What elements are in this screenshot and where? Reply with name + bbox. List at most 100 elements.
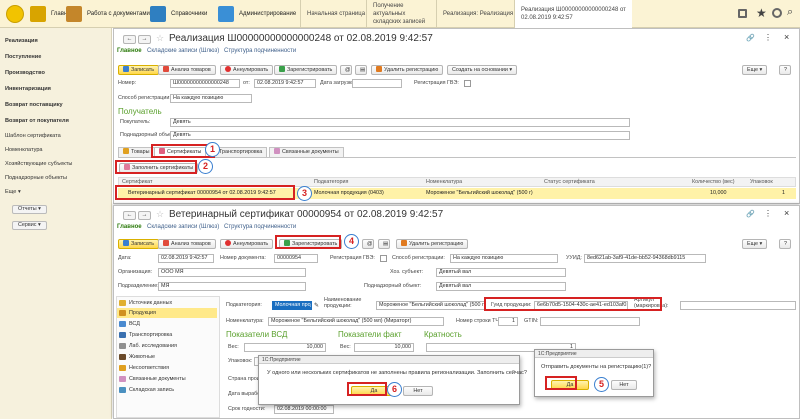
sidebar-item-nomenclature[interactable]: Номенклатура — [5, 147, 43, 153]
more-button-2[interactable]: Еще ▾ — [742, 239, 768, 249]
sidebar-item-receipt[interactable]: Поступление — [5, 54, 41, 60]
sidebar-item-more[interactable]: Еще ▾ — [5, 189, 21, 195]
doc-number-field[interactable]: 00000954 — [274, 254, 318, 263]
article-field[interactable] — [680, 301, 796, 310]
reports-button[interactable]: Отчеты ▾ — [12, 205, 47, 214]
nav-linked-docs[interactable]: Связанные документы — [117, 374, 217, 384]
write-button[interactable]: Записать — [118, 65, 160, 75]
register-button-2[interactable]: Зарегистрировать — [279, 239, 343, 249]
nav-lab[interactable]: Лаб. исследования — [117, 341, 217, 351]
more-dots-icon[interactable]: ⋮ — [764, 33, 772, 42]
forward-button[interactable]: → — [138, 35, 151, 44]
app-logo-icon[interactable] — [6, 5, 24, 23]
nav-warehouse-2[interactable]: Складские записи (Шлюз) — [147, 224, 219, 230]
history-icon[interactable] — [772, 8, 782, 18]
star-icon[interactable]: ★ — [756, 6, 767, 20]
nav-products[interactable]: Продукция — [117, 308, 217, 318]
product-guid-field[interactable]: 6e6b70d5-1504-430c-ae41-ed103af0172 — [534, 301, 628, 310]
back-button[interactable]: ← — [123, 35, 136, 44]
tab-home-page[interactable]: Начальная страница — [300, 0, 366, 28]
number-field[interactable]: Ш00000000000000248 — [170, 79, 240, 88]
cert-date-field[interactable]: 02.08.2019 9:42:57 — [158, 254, 214, 263]
nav-transport[interactable]: Транспортировка — [117, 330, 217, 340]
supervised-field[interactable]: Девять — [170, 131, 630, 140]
sidebar-item-return-buyer[interactable]: Возврат от покупателя — [5, 118, 69, 124]
fill-certificates-button[interactable]: Заполнить сертификаты — [119, 163, 199, 173]
nav-main-2[interactable]: Главное — [117, 224, 142, 230]
grid-icon[interactable] — [738, 9, 747, 18]
write-button-2[interactable]: Записать — [118, 239, 160, 249]
expiry-field[interactable]: 02.08.2019 00:00:00 — [274, 405, 334, 414]
mail-button[interactable]: @ — [340, 65, 352, 75]
tab-sales-doc[interactable]: Реализация Ш00000000000000248 от 02.08.2… — [514, 0, 632, 28]
supervised-field-2[interactable]: Девятый вал — [436, 282, 566, 291]
tab-warehouse-records[interactable]: Получение актуальных складских записей — [366, 0, 436, 28]
date-field[interactable]: 02.08.2019 9:42:57 — [254, 79, 316, 88]
dialog2-no-button[interactable]: Нет — [611, 380, 637, 390]
reg-method-field-2[interactable]: На каждую позицию — [450, 254, 558, 263]
forward-button-2[interactable]: → — [138, 211, 151, 220]
register-button[interactable]: Зарегистрировать — [274, 65, 338, 75]
analyze-button-2[interactable]: Анализ товаров — [158, 239, 216, 249]
dialog1-no-button[interactable]: Нет — [403, 386, 433, 396]
reg-gve-checkbox-2[interactable] — [380, 255, 387, 262]
product-name-field[interactable]: Мороженое "Бельгийский шоколад" (500 г) — [376, 301, 486, 310]
create-based-button[interactable]: Создать на основании ▾ — [447, 65, 518, 75]
link-icon[interactable]: 🔗 — [746, 34, 755, 42]
sidebar-item-production[interactable]: Производство — [5, 70, 45, 76]
nav-structure-2[interactable]: Структура подчиненности — [224, 224, 296, 230]
print-button[interactable]: ▤ — [355, 65, 367, 75]
nav-warehouse[interactable]: Складские записи (Шлюз) — [147, 48, 219, 54]
help-button[interactable]: ? — [779, 65, 791, 75]
close-icon-2[interactable]: × — [784, 208, 789, 218]
nav-structure[interactable]: Структура подчиненности — [224, 48, 296, 54]
tab-certificates[interactable]: Сертификаты — [154, 147, 207, 157]
analyze-button[interactable]: Анализ товаров — [158, 65, 216, 75]
reg-gve-checkbox[interactable] — [464, 80, 471, 87]
load-date-field[interactable] — [352, 79, 402, 88]
annul-button[interactable]: Аннулировать — [220, 65, 274, 75]
line-number-field[interactable]: 1 — [498, 317, 518, 326]
sidebar-item-return-supplier[interactable]: Возврат поставщику — [5, 102, 63, 108]
tab-linked-docs[interactable]: Связанные документы — [269, 147, 344, 157]
close-icon[interactable]: × — [784, 32, 789, 42]
link-icon-2[interactable]: 🔗 — [746, 210, 755, 218]
sidebar-item-cert-template[interactable]: Шаблон сертификата — [5, 133, 61, 139]
sidebar-item-sales[interactable]: Реализация — [5, 38, 38, 44]
back-button-2[interactable]: ← — [123, 211, 136, 220]
section-references[interactable]: Справочники — [146, 0, 211, 28]
delete-registration-button-2[interactable]: Удалить регистрацию — [396, 239, 469, 249]
division-field[interactable]: МЯ — [158, 282, 306, 291]
gtin-field[interactable] — [540, 317, 640, 326]
search-icon[interactable]: ⌕ — [787, 6, 793, 19]
tab-goods[interactable]: Товары — [118, 147, 155, 157]
more-button[interactable]: Еще ▾ — [742, 65, 768, 75]
tab-sales-list[interactable]: Реализация: Реализация — [436, 0, 514, 28]
section-documents[interactable]: Работа с документами — [62, 0, 154, 28]
help-button-2[interactable]: ? — [779, 239, 791, 249]
fact-weight-field[interactable]: 10,000 — [354, 343, 414, 352]
sidebar-item-inventory[interactable]: Инвентаризация — [5, 86, 51, 92]
subcategory-field[interactable]: Молочная продукция — [272, 301, 312, 310]
annul-button-2[interactable]: Аннулировать — [220, 239, 274, 249]
tab-transport[interactable]: Транспортировка — [214, 147, 268, 157]
mail-button-2[interactable]: @ — [362, 239, 374, 249]
buyer-field[interactable]: Девять — [170, 118, 630, 127]
reg-method-field[interactable]: На каждую позицию — [170, 94, 252, 103]
section-admin[interactable]: Администрирование — [214, 0, 300, 28]
nav-data-source[interactable]: Источник данных — [117, 298, 217, 308]
vsd-weight-field[interactable]: 10,000 — [244, 343, 326, 352]
favorite-star-icon[interactable]: ☆ — [156, 33, 164, 44]
organization-field[interactable]: ООО МЯ — [158, 268, 306, 277]
nav-main[interactable]: Главное — [117, 48, 142, 54]
delete-registration-button[interactable]: Удалить регистрацию — [371, 65, 444, 75]
dialog2-yes-button[interactable]: Да — [551, 380, 589, 390]
uuid-field[interactable]: 8ed621ab-3af9-41de-bb52-94368db9115 — [584, 254, 706, 263]
subject-field[interactable]: Девятый вал — [436, 268, 566, 277]
more-dots-icon-2[interactable]: ⋮ — [764, 209, 772, 218]
nav-warehouse-record[interactable]: Складская запись — [117, 385, 217, 395]
service-button[interactable]: Сервис ▾ — [12, 221, 47, 230]
nav-vsd[interactable]: ВСД — [117, 319, 217, 329]
nav-animals[interactable]: Животные — [117, 352, 217, 362]
nomenclature-field[interactable]: Мороженое "Бельгийский шоколад" (500 мл)… — [268, 317, 444, 326]
